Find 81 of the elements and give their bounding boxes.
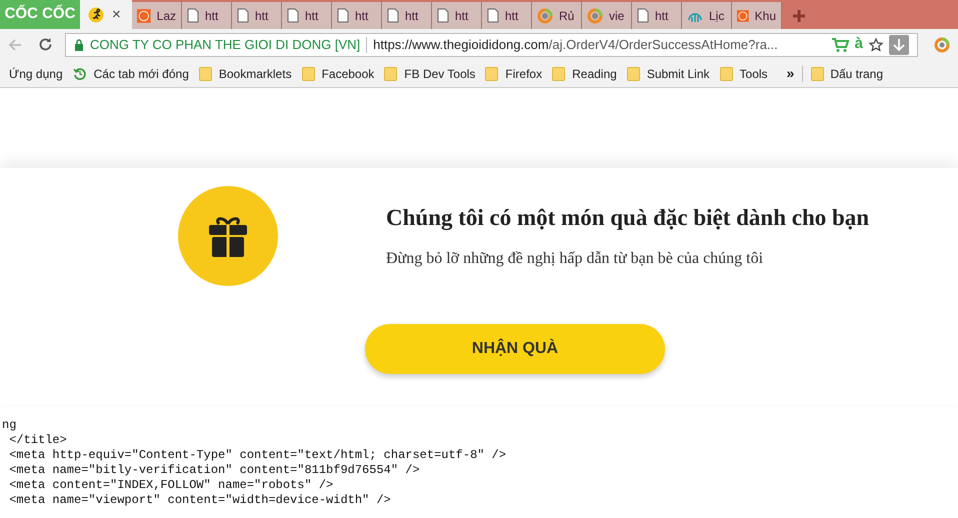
folder-icon [552, 66, 566, 80]
runner-icon [88, 6, 104, 22]
more-bookmarks-button[interactable]: » [786, 63, 794, 84]
circle-logo-icon [737, 8, 749, 24]
source-code-line: <meta name="bitly-verification" content="811bf9d76554" /> [8, 463, 421, 478]
star-icon[interactable] [869, 38, 884, 52]
bookmark-item[interactable]: Bookmarklets [194, 64, 297, 82]
folder-icon [198, 66, 212, 80]
circle-logo-icon [137, 8, 151, 24]
tab-title: Laz [156, 8, 176, 24]
tab-title: Lịc [709, 8, 724, 24]
tab-title: htt [655, 8, 668, 24]
download-icon[interactable] [889, 34, 910, 54]
page-icon [287, 8, 299, 23]
page-icon [337, 8, 349, 23]
browser-tab[interactable]: htt [482, 2, 532, 29]
reload-icon[interactable] [38, 37, 53, 52]
claim-gift-button[interactable]: NHẬN QUÀ [365, 324, 665, 374]
browser-tab[interactable]: htt [232, 2, 282, 29]
bookmark-item[interactable]: Submit Link [622, 64, 715, 82]
bookmark-item[interactable]: Tools [714, 64, 773, 82]
tab-title: htt [505, 8, 518, 24]
tab-title: vie [609, 8, 624, 24]
folder-icon [302, 66, 315, 80]
browser-tab[interactable]: htt [432, 2, 482, 29]
page-icon [237, 8, 249, 23]
browser-tab[interactable]: Rủ [532, 2, 582, 29]
back-arrow-icon[interactable] [8, 38, 22, 52]
bookmark-item[interactable]: Reading [547, 64, 622, 82]
tab-title: htt [255, 8, 268, 24]
url-text: https://www.thegioididong.com/aj.OrderV4/OrderSuccessAtHome?ra... [373, 36, 778, 54]
browser-tab[interactable]: htt [282, 2, 332, 29]
lock-icon [74, 38, 84, 50]
address-bar[interactable]: CONG TY CO PHAN THE GIOI DI DONG [VN] https://www.thegioididong.com/aj.OrderV4/OrderSuccessAtHome?ra... à [64, 32, 918, 56]
browser-tab[interactable]: htt [632, 2, 682, 29]
browser-tab[interactable]: htt [382, 2, 432, 29]
page-icon [487, 8, 499, 23]
bookmark-item[interactable]: Facebook [296, 64, 380, 82]
source-code-line: ng [1, 418, 18, 433]
new-tab-icon[interactable] [792, 9, 806, 23]
tab-title: htt [455, 8, 468, 24]
ring-icon [537, 8, 553, 24]
folder-icon [626, 66, 640, 80]
folder-icon [384, 66, 398, 80]
browser-tab[interactable]: vie [582, 2, 632, 29]
source-code-line: <meta name="viewport" content="width=device-width" /> [8, 493, 392, 508]
source-code-line: <meta content="INDEX,FOLLOW" name="robots" /> [8, 478, 334, 493]
bookmark-item[interactable]: Firefox [480, 64, 548, 82]
folder-icon [720, 66, 733, 80]
tab-title: htt [305, 8, 318, 24]
browser-tab[interactable]: Laz [132, 2, 182, 29]
tab-title: Khu [754, 8, 776, 24]
bookmark-item[interactable]: Dấu trang [807, 64, 888, 82]
tab-title: htt [405, 8, 418, 24]
folder-icon [811, 66, 824, 80]
page-icon [187, 8, 199, 23]
browser-tab[interactable]: htt [332, 2, 382, 29]
bookmark-item[interactable]: FB Dev Tools [379, 64, 480, 82]
popup-title: Chúng tôi có một món quà đặc biệt dành cho bạn [386, 204, 870, 232]
bookmark-item[interactable]: Các tab mới đóng [68, 64, 194, 82]
source-code-line: </title> [8, 433, 68, 448]
popup-subtitle: Đừng bỏ lỡ những đề nghị hấp dẫn từ bạn bè của chúng tôi [386, 249, 764, 270]
browser-tab[interactable]: Lịc [682, 2, 732, 29]
source-code-line: <meta http-equiv="Content-Type" content="text/html; charset=utf-8" /> [8, 448, 508, 463]
page-icon [387, 8, 399, 23]
ring-icon[interactable] [934, 36, 950, 52]
tab-title: htt [355, 8, 368, 24]
ring-icon [587, 8, 603, 24]
folder-icon [485, 66, 498, 80]
history-icon [72, 66, 87, 80]
browser-tab[interactable]: htt [182, 2, 232, 29]
tab-title: Rủ [559, 8, 574, 24]
cart-icon[interactable] [830, 36, 849, 52]
browser-tab[interactable]: × [80, 0, 132, 29]
page-icon [437, 8, 449, 23]
browser-tab[interactable]: Khu [732, 2, 782, 29]
close-tab-button[interactable]: × [112, 7, 121, 22]
site-identity: CONG TY CO PHAN THE GIOI DI DONG [VN] [90, 36, 360, 54]
page-icon [637, 8, 649, 23]
bookmark-item[interactable]: Ứng dụng [4, 64, 68, 82]
tab-title: htt [205, 8, 218, 24]
